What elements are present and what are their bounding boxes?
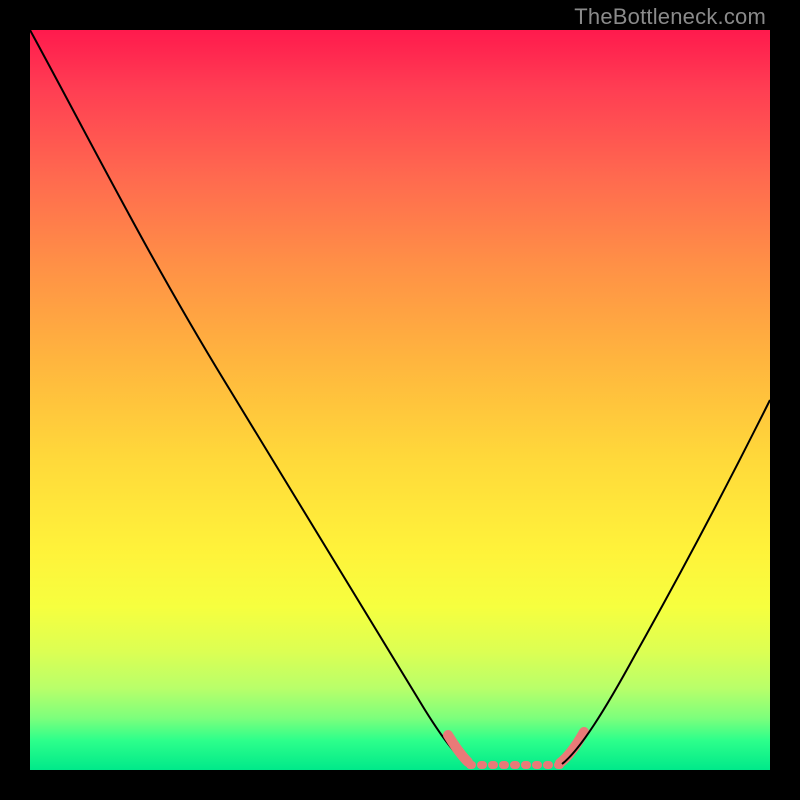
left-curve (30, 30, 468, 763)
left-curve-highlight (448, 735, 468, 762)
plot-area (30, 30, 770, 770)
chart-svg (30, 30, 770, 770)
chart-frame: TheBottleneck.com (0, 0, 800, 800)
right-curve-highlight (560, 732, 584, 763)
right-curve (562, 400, 770, 764)
watermark-text: TheBottleneck.com (574, 4, 766, 30)
